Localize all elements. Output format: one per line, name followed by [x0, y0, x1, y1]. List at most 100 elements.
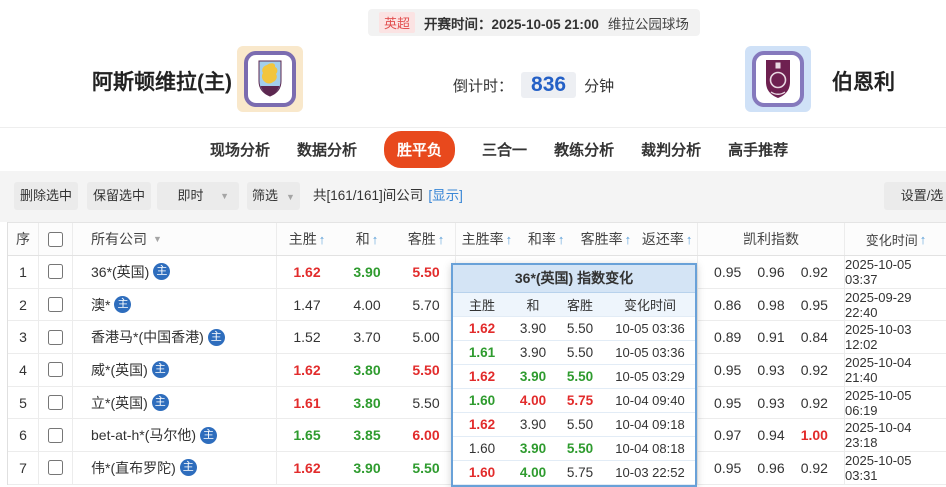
sort-up-icon: ↑	[506, 232, 513, 247]
chevron-down-icon: ▼	[153, 234, 162, 244]
header-draw-rate-label: 和率	[528, 229, 556, 249]
header-away-odds[interactable]: 客胜↑	[397, 223, 456, 255]
draw-odds[interactable]: 3.85	[337, 419, 397, 451]
kelly-draw: 0.93	[757, 395, 784, 411]
away-odds[interactable]: 5.70	[397, 289, 456, 321]
company-name[interactable]: 香港马*(中国香港)	[91, 327, 204, 347]
kelly-home: 0.95	[714, 460, 741, 476]
header-company-label: 所有公司	[91, 229, 147, 249]
header-draw-rate[interactable]: 和率↑	[518, 229, 575, 249]
instant-dropdown-label: 即时	[178, 188, 204, 203]
away-odds[interactable]: 5.50	[397, 256, 456, 288]
header-away-rate-label: 客胜率	[581, 229, 623, 249]
away-odds[interactable]: 5.50	[397, 452, 456, 484]
filter-dropdown-label: 筛选	[252, 188, 278, 203]
draw-odds[interactable]: 3.90	[337, 256, 397, 288]
countdown-value: 836	[521, 72, 576, 98]
popup-change-time: 10-04 08:18	[605, 441, 695, 456]
header-time-label: 变化时间	[866, 230, 918, 249]
header-change-time[interactable]: 变化时间↑	[845, 223, 946, 255]
popup-home-odds: 1.61	[453, 345, 511, 360]
header-seq: 序	[8, 223, 39, 255]
company-name[interactable]: 威*(英国)	[91, 360, 148, 380]
keep-selected-button[interactable]: 保留选中	[87, 182, 151, 210]
home-odds[interactable]: 1.62	[277, 256, 337, 288]
away-odds[interactable]: 5.50	[397, 387, 456, 419]
popup-away-odds: 5.75	[555, 393, 605, 408]
draw-odds[interactable]: 3.90	[337, 452, 397, 484]
row-checkbox[interactable]	[48, 460, 63, 475]
home-odds[interactable]: 1.65	[277, 419, 337, 451]
tab-win-draw-lose[interactable]: 胜平负	[384, 131, 455, 168]
popup-draw-odds: 3.90	[511, 369, 555, 384]
header-home-label: 主胜	[289, 229, 317, 249]
kelly-home: 0.97	[714, 427, 741, 443]
tab-live-analysis[interactable]: 现场分析	[210, 139, 270, 160]
popup-row: 1.62 3.90 5.50 10-04 09:18	[453, 413, 695, 437]
company-name[interactable]: 36*(英国)	[91, 262, 149, 282]
kickoff-time: 开赛时间：2025-10-05 21:00	[424, 13, 599, 33]
league-badge[interactable]: 英超	[379, 12, 415, 33]
header-company[interactable]: 所有公司 ▼	[73, 223, 277, 255]
draw-odds[interactable]: 3.80	[337, 387, 397, 419]
select-all-checkbox[interactable]	[48, 232, 63, 247]
draw-odds[interactable]: 3.80	[337, 354, 397, 386]
change-time: 2025-10-04 21:40	[845, 354, 946, 386]
kelly-home: 0.95	[714, 264, 741, 280]
company-name[interactable]: 伟*(直布罗陀)	[91, 458, 176, 478]
delete-selected-button[interactable]: 删除选中	[14, 182, 78, 210]
toolbar: 删除选中 保留选中 即时 ▼ 筛选▼ 共[161/161]间公司[显示] 设置/…	[0, 171, 946, 222]
row-checkbox[interactable]	[48, 362, 63, 377]
row-checkbox[interactable]	[48, 395, 63, 410]
row-index: 1	[8, 256, 39, 288]
chevron-down-icon: ▼	[220, 182, 229, 210]
tab-expert-picks[interactable]: 高手推荐	[728, 139, 788, 160]
header-home-rate[interactable]: 主胜率↑	[456, 229, 518, 249]
tab-referee-analysis[interactable]: 裁判分析	[641, 139, 701, 160]
row-index: 4	[8, 354, 39, 386]
header-draw-odds[interactable]: 和↑	[337, 223, 397, 255]
kelly-draw: 0.91	[757, 329, 784, 345]
popup-draw-odds: 3.90	[511, 321, 555, 336]
home-odds[interactable]: 1.52	[277, 321, 337, 353]
away-odds[interactable]: 5.50	[397, 354, 456, 386]
kelly-draw: 0.96	[757, 460, 784, 476]
row-checkbox[interactable]	[48, 330, 63, 345]
sort-up-icon: ↑	[319, 232, 326, 247]
away-odds[interactable]: 6.00	[397, 419, 456, 451]
header-home-rate-label: 主胜率	[462, 229, 504, 249]
home-odds[interactable]: 1.47	[277, 289, 337, 321]
draw-odds[interactable]: 4.00	[337, 289, 397, 321]
show-link[interactable]: [显示]	[428, 188, 463, 203]
row-checkbox[interactable]	[48, 428, 63, 443]
home-odds[interactable]: 1.62	[277, 354, 337, 386]
filter-dropdown[interactable]: 筛选▼	[247, 182, 300, 210]
row-checkbox[interactable]	[48, 297, 63, 312]
popup-row: 1.60 4.00 5.75 10-04 09:40	[453, 389, 695, 413]
away-team-logo-icon	[745, 46, 811, 112]
row-checkbox[interactable]	[48, 264, 63, 279]
tab-three-in-one[interactable]: 三合一	[482, 139, 527, 160]
draw-odds[interactable]: 3.70	[337, 321, 397, 353]
change-time: 2025-10-04 23:18	[845, 419, 946, 451]
instant-dropdown[interactable]: 即时 ▼	[157, 182, 239, 210]
company-name[interactable]: 立*(英国)	[91, 393, 148, 413]
popup-change-time: 10-05 03:36	[605, 345, 695, 360]
away-odds[interactable]: 5.00	[397, 321, 456, 353]
home-odds[interactable]: 1.61	[277, 387, 337, 419]
kelly-draw: 0.96	[757, 264, 784, 280]
settings-button[interactable]: 设置/选	[884, 182, 946, 210]
countdown: 倒计时： 836 分钟	[453, 72, 614, 98]
popup-header-draw: 和	[511, 295, 555, 314]
popup-home-odds: 1.62	[453, 321, 511, 336]
header-home-odds[interactable]: 主胜↑	[277, 223, 337, 255]
company-name[interactable]: 澳*	[91, 295, 110, 315]
kelly-draw: 0.94	[757, 427, 784, 443]
header-away-rate[interactable]: 客胜率↑	[575, 229, 638, 249]
home-odds[interactable]: 1.62	[277, 452, 337, 484]
header-return-rate[interactable]: 返还率↑	[637, 229, 697, 249]
tab-coach-analysis[interactable]: 教练分析	[554, 139, 614, 160]
kelly-draw: 0.98	[757, 297, 784, 313]
company-name[interactable]: bet-at-h*(马尔他)	[91, 425, 196, 445]
tab-data-analysis[interactable]: 数据分析	[297, 139, 357, 160]
